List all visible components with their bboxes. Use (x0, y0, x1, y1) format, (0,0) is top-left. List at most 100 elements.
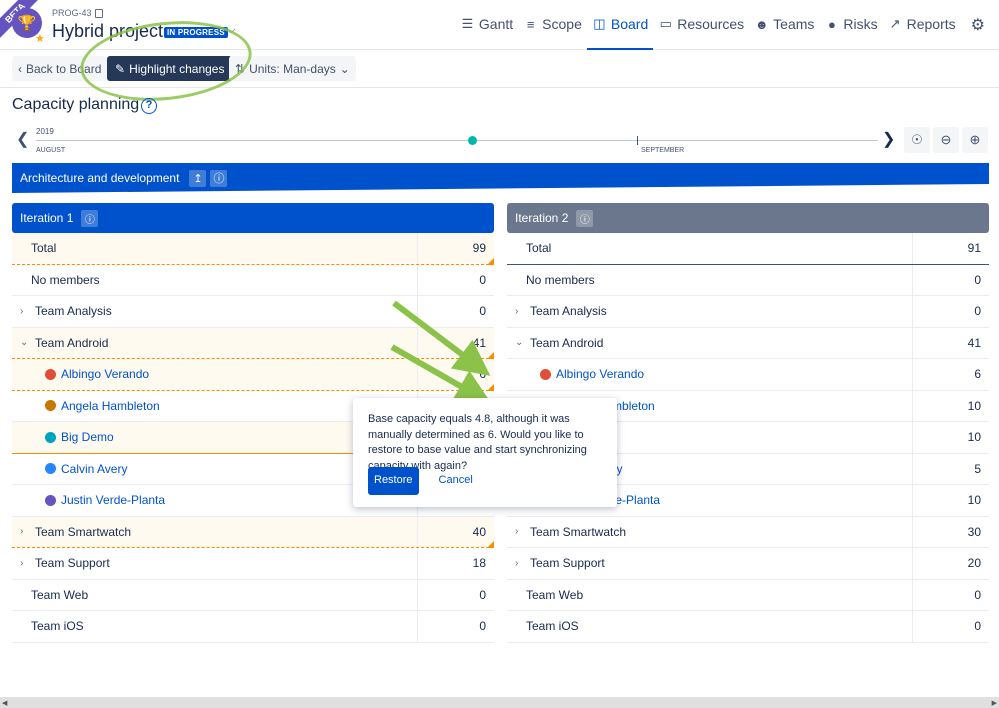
capacity-value[interactable]: 6 (913, 359, 989, 390)
row-label: Total (31, 241, 57, 256)
nav-teams-label: Teams (773, 16, 815, 32)
chevron-down-icon[interactable]: ⌄ (20, 337, 35, 348)
star-icon[interactable]: ★ (35, 32, 45, 45)
row-name-cell: Team Web (507, 579, 913, 610)
status-badge[interactable]: IN PROGRESS (164, 27, 228, 38)
nav-scope[interactable]: ≡ Scope (518, 0, 587, 50)
info-icon[interactable]: ⓘ (576, 209, 594, 227)
capacity-value[interactable]: 91 (913, 233, 989, 264)
main-nav: ☰ Gantt ≡ Scope ◫ Board ▭ Resources ☻ Teams ●… (455, 0, 999, 50)
units-dropdown[interactable]: ⇅ Units: Man-days ⌄ (229, 56, 356, 81)
capacity-value[interactable]: 18 (418, 548, 494, 579)
row-label: Team Web (31, 587, 89, 602)
horizontal-scrollbar[interactable] (0, 697, 999, 708)
scroll-right-icon[interactable]: ▶ (992, 699, 997, 707)
timeline-prev-icon[interactable]: ❮ (16, 129, 29, 149)
gear-icon[interactable]: ⚙ (961, 0, 999, 50)
chevron-right-icon[interactable]: › (20, 526, 35, 537)
avatar (45, 368, 56, 380)
cancel-button[interactable]: Cancel (439, 473, 473, 489)
nav-teams[interactable]: ☻ Teams (749, 0, 819, 50)
zoom-out-icon[interactable]: ⊖ (933, 127, 959, 153)
zoom-in-icon[interactable]: ⊕ (962, 127, 988, 153)
chevron-right-icon[interactable]: › (515, 526, 530, 537)
team-row[interactable]: › Team Support 18 (12, 548, 494, 580)
team-row[interactable]: ⌄ Team Android 41 (12, 327, 494, 359)
collapse-icon[interactable]: ↥ (189, 169, 207, 187)
iteration-1-header[interactable]: Iteration 1 ⓘ (12, 203, 494, 233)
nav-resources[interactable]: ▭ Resources (653, 0, 749, 50)
capacity-value[interactable]: 30 (913, 517, 989, 548)
restore-capacity-popup: Base capacity equals 4.8, although it wa… (353, 398, 617, 507)
restore-button[interactable]: Restore (368, 467, 419, 495)
team-row[interactable]: › Team Analysis 0 (12, 296, 494, 328)
chevron-down-icon[interactable]: ⌄ (515, 337, 530, 348)
row-label[interactable]: Angela Hambleton (61, 399, 160, 413)
row-label[interactable]: Albingo Verando (556, 367, 644, 381)
row-label: Team Web (526, 587, 584, 602)
row-name-cell: Albingo Verando (12, 359, 418, 390)
info-icon[interactable]: ⓘ (81, 209, 99, 227)
capacity-value[interactable]: 0 (913, 580, 989, 611)
team-row[interactable]: › Team Support 20 (507, 548, 989, 580)
row-name-cell: › Team Support (12, 548, 418, 579)
reports-icon: ↗ (889, 16, 901, 31)
chevron-right-icon[interactable]: › (515, 558, 530, 569)
capacity-value[interactable]: 5 (913, 454, 989, 485)
scope-icon: ≡ (526, 16, 535, 32)
info-icon[interactable]: ⓘ (210, 169, 228, 187)
capacity-value[interactable]: 20 (913, 548, 989, 579)
row-name-cell: › Team Analysis (12, 296, 418, 327)
team-row[interactable]: › Team Analysis 0 (507, 296, 989, 328)
row-label: Team Android (530, 335, 604, 350)
nav-board[interactable]: ◫ Board (586, 0, 654, 50)
capacity-value[interactable]: 0 (913, 296, 989, 327)
iteration-2-header[interactable]: Iteration 2 ⓘ (507, 203, 989, 233)
target-icon[interactable]: ☉ (904, 127, 930, 153)
row-name-cell: › Team Analysis (507, 296, 913, 327)
capacity-value[interactable]: 10 (913, 422, 989, 453)
team-row[interactable]: › Team Smartwatch 30 (507, 516, 989, 548)
capacity-value[interactable]: 0 (913, 611, 989, 642)
scroll-left-icon[interactable]: ◀ (2, 699, 7, 707)
capacity-value[interactable]: 99 (418, 233, 494, 264)
highlight-changes-button[interactable]: ✎ Highlight changes (107, 56, 233, 81)
capacity-value[interactable]: 0 (418, 296, 494, 327)
row-name-cell: Total (507, 233, 913, 264)
timeline-today-marker[interactable] (468, 136, 477, 145)
timeline-next-icon[interactable]: ❯ (882, 129, 895, 149)
team-row[interactable]: ⌄ Team Android 41 (507, 327, 989, 359)
capacity-value[interactable]: 10 (913, 485, 989, 516)
capacity-value[interactable]: 41 (913, 328, 989, 359)
row-label[interactable]: Calvin Avery (61, 462, 127, 476)
capacity-value[interactable]: 0 (418, 580, 494, 611)
copy-icon[interactable] (94, 8, 103, 18)
capacity-value[interactable]: 41 (418, 328, 494, 359)
timeline-tick (637, 136, 638, 145)
nav-risks[interactable]: ● Risks (819, 0, 882, 50)
nav-gantt-label: Gantt (478, 16, 514, 32)
help-icon[interactable]: ? (141, 98, 157, 114)
capacity-value[interactable]: 0 (418, 265, 494, 296)
capacity-value[interactable]: 6 (418, 359, 494, 390)
capacity-value[interactable]: 0 (418, 611, 494, 642)
chevron-right-icon[interactable]: › (20, 558, 35, 569)
row-label[interactable]: Justin Verde-Planta (61, 493, 165, 507)
chevron-down-icon[interactable]: ⌵ (227, 24, 235, 37)
chevron-right-icon[interactable]: › (20, 306, 35, 317)
row-label[interactable]: Big Demo (61, 430, 114, 444)
chevron-right-icon[interactable]: › (515, 306, 530, 317)
back-to-board-button[interactable]: ‹ Back to Board (12, 56, 108, 81)
nav-reports[interactable]: ↗ Reports (883, 0, 961, 50)
capacity-value[interactable]: 10 (913, 391, 989, 422)
project-title[interactable]: Hybrid project (52, 21, 163, 42)
row-name-cell: › Team Smartwatch (12, 516, 418, 547)
changed-marker (487, 383, 494, 391)
table-row: Team Web 0 (12, 579, 494, 611)
nav-gantt[interactable]: ☰ Gantt (455, 0, 518, 50)
row-label[interactable]: Albingo Verando (61, 367, 149, 381)
capacity-value[interactable]: 0 (913, 265, 989, 296)
team-row[interactable]: › Team Smartwatch 40 (12, 516, 494, 548)
section-header[interactable]: Architecture and development ↥ ⓘ (12, 163, 989, 193)
capacity-value[interactable]: 40 (418, 517, 494, 548)
